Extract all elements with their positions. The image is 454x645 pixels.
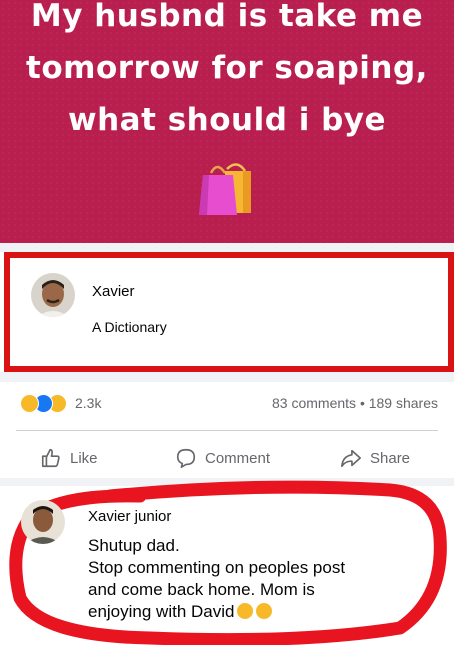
like-label: Like: [70, 449, 98, 467]
post-text-line: tomorrow for soaping,: [26, 50, 428, 86]
avatar[interactable]: [31, 273, 75, 317]
like-button[interactable]: Like: [40, 444, 98, 472]
share-label: Share: [370, 449, 411, 467]
comment-text-fragment: enjoying with David: [88, 602, 235, 621]
thumbs-up-icon: [41, 448, 60, 468]
comment-share-stats[interactable]: 83 comments • 189 shares: [272, 395, 438, 411]
post-text-line: My husbnd is take me: [30, 0, 424, 34]
post-actions: Like Comment Share: [0, 444, 454, 472]
comment-label: Comment: [205, 449, 271, 467]
comment-text-line: Shutup dad.: [88, 536, 180, 555]
comment-button[interactable]: Comment: [175, 444, 270, 472]
post-image: My husbnd is take me tomorrow for soapin…: [0, 0, 454, 243]
share-arrow-icon: [341, 449, 361, 468]
highlighted-comment: Xavier A Dictionary: [4, 252, 454, 372]
shopping-bags-icon: [199, 163, 251, 215]
comment-text-line: and come back home. Mom is: [88, 580, 315, 599]
reactions-row: 2.3k 83 comments • 189 shares: [0, 392, 454, 416]
comment-text-line-last: enjoying with David: [88, 601, 418, 623]
reaction-count[interactable]: 2.3k: [75, 395, 101, 411]
comment-text: Shutup dad. Stop commenting on peoples p…: [88, 535, 418, 623]
divider-strip: [0, 372, 454, 382]
share-button[interactable]: Share: [340, 444, 410, 472]
haha-reaction-icon[interactable]: [20, 394, 39, 413]
divider-strip: [0, 243, 454, 252]
comment-text: A Dictionary: [92, 319, 167, 335]
comment-author[interactable]: Xavier: [92, 283, 135, 300]
grimace-emoji-icon: [237, 603, 254, 619]
comment-author[interactable]: Xavier junior: [88, 508, 171, 525]
avatar[interactable]: [21, 500, 65, 544]
post-text-line: what should i bye: [67, 102, 387, 138]
post-text: My husbnd is take me tomorrow for soapin…: [0, 0, 454, 146]
rolling-eyes-emoji-icon: [256, 603, 273, 619]
divider: [16, 430, 438, 431]
comment-text-line: Stop commenting on peoples post: [88, 558, 346, 577]
speech-bubble-icon: [176, 448, 196, 468]
